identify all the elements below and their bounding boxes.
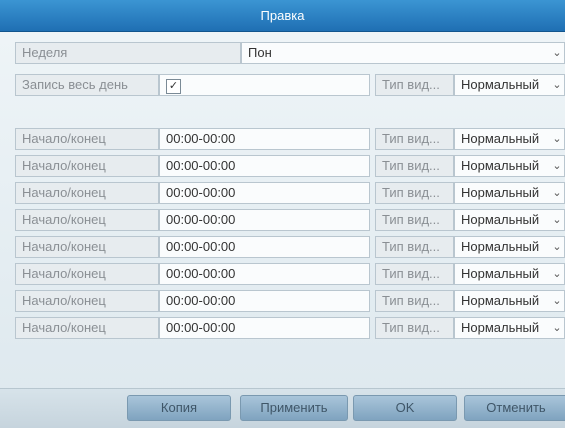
period-type-value: Нормальный — [461, 158, 540, 173]
period-time-input[interactable]: 00:00-00:00 — [159, 209, 370, 231]
chevron-down-icon: ⌄ — [552, 295, 562, 307]
chevron-down-icon: ⌄ — [552, 47, 562, 59]
chevron-down-icon: ⌄ — [552, 241, 562, 253]
button-bar: Копия Применить OK Отменить — [0, 388, 565, 428]
period-type-label: Тип вид... — [375, 209, 454, 231]
period-type-select[interactable]: Нормальный ⌄ — [454, 128, 565, 150]
period-type-select[interactable]: Нормальный ⌄ — [454, 155, 565, 177]
period-type-select[interactable]: Нормальный ⌄ — [454, 182, 565, 204]
period-type-label: Тип вид... — [375, 182, 454, 204]
period-type-label: Тип вид... — [375, 290, 454, 312]
period-type-select[interactable]: Нормальный ⌄ — [454, 236, 565, 258]
period-type-select[interactable]: Нормальный ⌄ — [454, 290, 565, 312]
chevron-down-icon: ⌄ — [552, 79, 562, 91]
copy-button[interactable]: Копия — [127, 395, 231, 421]
period-label: Начало/конец — [15, 263, 159, 285]
period-label: Начало/конец — [15, 209, 159, 231]
all-day-label: Запись весь день — [15, 74, 159, 96]
all-day-type-value: Нормальный — [461, 77, 540, 92]
week-select[interactable]: Пон ⌄ — [241, 42, 565, 64]
period-type-label: Тип вид... — [375, 317, 454, 339]
period-type-select[interactable]: Нормальный ⌄ — [454, 317, 565, 339]
period-time-input[interactable]: 00:00-00:00 — [159, 236, 370, 258]
period-type-select[interactable]: Нормальный ⌄ — [454, 263, 565, 285]
chevron-down-icon: ⌄ — [552, 187, 562, 199]
chevron-down-icon: ⌄ — [552, 268, 562, 280]
schedule-panel: Неделя Пон ⌄ Запись весь день ✓ Тип вид.… — [0, 32, 565, 427]
period-time-input[interactable]: 00:00-00:00 — [159, 128, 370, 150]
period-type-label: Тип вид... — [375, 263, 454, 285]
period-time-input[interactable]: 00:00-00:00 — [159, 182, 370, 204]
chevron-down-icon: ⌄ — [552, 133, 562, 145]
cancel-button[interactable]: Отменить — [464, 395, 565, 421]
period-type-value: Нормальный — [461, 320, 540, 335]
period-type-select[interactable]: Нормальный ⌄ — [454, 209, 565, 231]
edit-dialog: Правка Неделя Пон ⌄ Запись весь день ✓ Т… — [0, 0, 565, 428]
dialog-title: Правка — [0, 0, 565, 32]
all-day-type-label: Тип вид... — [375, 74, 454, 96]
period-label: Начало/конец — [15, 128, 159, 150]
period-time-input[interactable]: 00:00-00:00 — [159, 263, 370, 285]
period-type-label: Тип вид... — [375, 236, 454, 258]
period-type-value: Нормальный — [461, 212, 540, 227]
all-day-checkbox[interactable]: ✓ — [166, 79, 181, 94]
period-type-label: Тип вид... — [375, 128, 454, 150]
period-type-value: Нормальный — [461, 239, 540, 254]
chevron-down-icon: ⌄ — [552, 322, 562, 334]
ok-button[interactable]: OK — [353, 395, 457, 421]
all-day-type-select[interactable]: Нормальный ⌄ — [454, 74, 565, 96]
week-select-value: Пон — [248, 45, 272, 60]
chevron-down-icon: ⌄ — [552, 160, 562, 172]
period-label: Начало/конец — [15, 317, 159, 339]
period-type-value: Нормальный — [461, 266, 540, 281]
period-time-input[interactable]: 00:00-00:00 — [159, 155, 370, 177]
apply-button[interactable]: Применить — [240, 395, 348, 421]
period-time-input[interactable]: 00:00-00:00 — [159, 317, 370, 339]
period-type-value: Нормальный — [461, 185, 540, 200]
period-type-value: Нормальный — [461, 293, 540, 308]
period-label: Начало/конец — [15, 290, 159, 312]
period-type-value: Нормальный — [461, 131, 540, 146]
period-time-input[interactable]: 00:00-00:00 — [159, 290, 370, 312]
period-type-label: Тип вид... — [375, 155, 454, 177]
period-label: Начало/конец — [15, 155, 159, 177]
period-label: Начало/конец — [15, 182, 159, 204]
period-label: Начало/конец — [15, 236, 159, 258]
all-day-checkbox-cell: ✓ — [159, 74, 370, 96]
week-label: Неделя — [15, 42, 241, 64]
chevron-down-icon: ⌄ — [552, 214, 562, 226]
